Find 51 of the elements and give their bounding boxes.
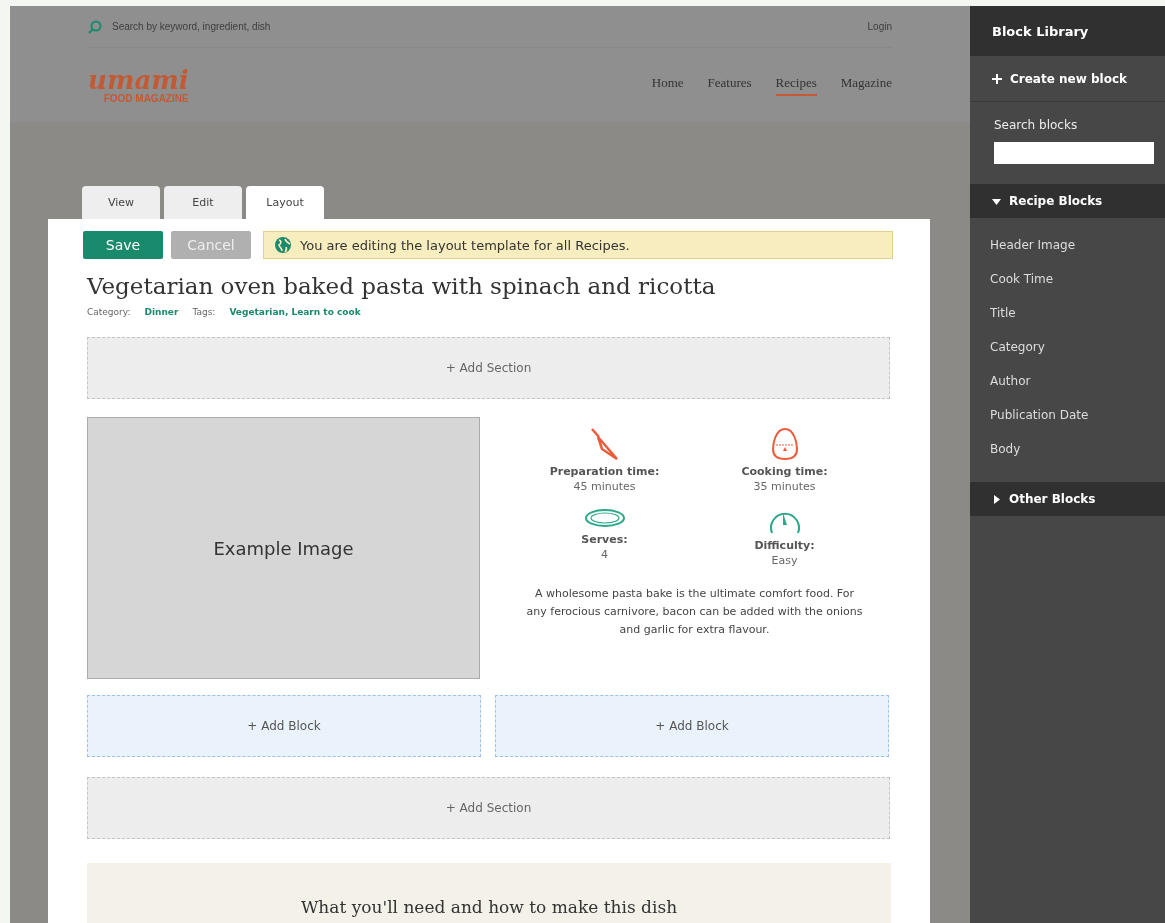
tab[interactable]: Edit — [164, 186, 242, 219]
recipe-description: A wholesome pasta bake is the ultimate comfort food. For any ferocious carnivore, bacon can be added with the onions and garlic for extra flavour. — [525, 586, 864, 638]
category-link[interactable]: Dinner — [144, 307, 179, 317]
caret-icon — [992, 494, 1001, 504]
fact-value: 35 minutes — [753, 480, 816, 493]
save-button[interactable]: Save — [83, 231, 163, 259]
section-heading: What you'll need and how to make this dish — [300, 897, 678, 919]
logo-subtitle: FOOD MAGAZINE — [103, 92, 189, 104]
plus-icon — [992, 73, 1002, 84]
plate-icon — [583, 507, 626, 529]
image-label: Example Image — [213, 537, 354, 559]
search-field[interactable] — [994, 142, 1154, 164]
fact-value: Easy — [771, 554, 798, 567]
fact-label: Serves: — [581, 533, 628, 546]
block-item[interactable]: Cook Time — [990, 262, 1165, 296]
add-block-button[interactable]: + Add Block — [495, 695, 889, 757]
category-label: Category: — [87, 307, 131, 317]
notice-text: You are editing the layout template for all Recipes. — [300, 237, 630, 253]
block-item[interactable]: Author — [990, 364, 1165, 398]
knife-icon — [589, 427, 620, 461]
group-header[interactable]: Recipe Blocks — [970, 184, 1165, 218]
add-block-button[interactable]: + Add Block — [87, 695, 481, 757]
nav-link[interactable]: Magazine — [840, 74, 892, 96]
search-icon — [88, 19, 102, 34]
fact-value: 45 minutes — [573, 480, 636, 493]
logo-script: umami — [88, 66, 189, 93]
fact-label: Preparation time: — [549, 465, 660, 478]
globe-icon — [274, 236, 292, 254]
search-label: Search blocks — [994, 118, 1079, 132]
panel-title: Block Library — [970, 6, 1165, 56]
block-item[interactable]: Category — [990, 330, 1165, 364]
egg-timer-icon — [770, 427, 799, 461]
add-section-button[interactable]: + Add Section — [87, 337, 890, 399]
fact-value: 4 — [601, 548, 608, 561]
nav-link[interactable]: Home — [651, 74, 684, 96]
block-item[interactable]: Header Image — [990, 228, 1165, 262]
nav-link[interactable]: Recipes — [775, 74, 817, 96]
fact-label: Difficulty: — [754, 539, 815, 552]
block-item[interactable]: Publication Date — [990, 398, 1165, 432]
block-item[interactable]: Title — [990, 296, 1165, 330]
recipe-title: Vegetarian oven baked pasta with spinach and ricotta — [87, 273, 717, 299]
block-item[interactable]: Body — [990, 432, 1165, 466]
fact-label: Cooking time: — [741, 465, 828, 478]
tags-link[interactable]: Vegetarian, Learn to cook — [229, 307, 361, 317]
group-header[interactable]: Other Blocks — [970, 482, 1165, 516]
caret-icon — [992, 196, 1001, 206]
add-section-button[interactable]: + Add Section — [87, 777, 890, 839]
tags-label: Tags: — [192, 307, 216, 317]
tab[interactable]: View — [82, 186, 160, 219]
nav-link[interactable]: Features — [707, 74, 752, 96]
tab[interactable]: Layout — [246, 186, 324, 219]
